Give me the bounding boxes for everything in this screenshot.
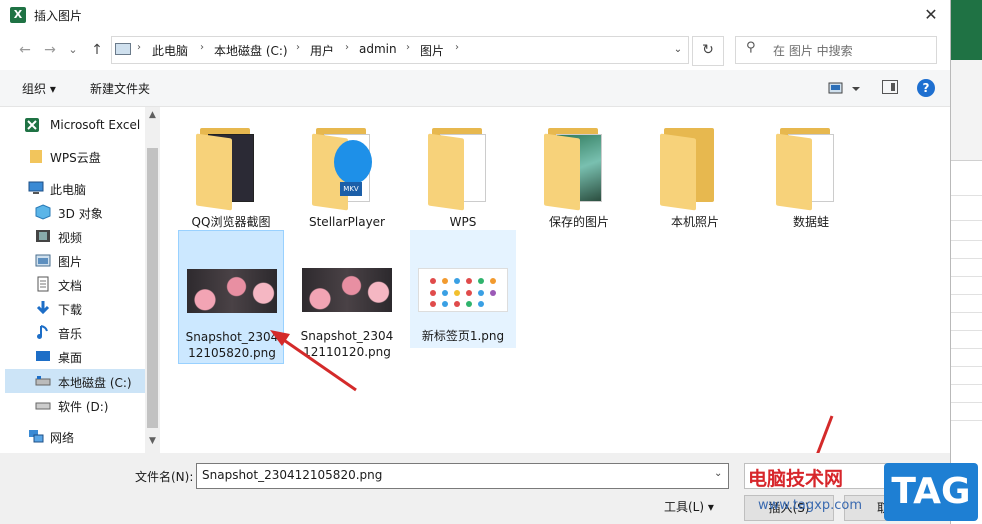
annotation-arrows [270,330,834,485]
tools-button[interactable]: 工具(L) ▾ [664,498,714,515]
chevron-down-icon[interactable]: ⌄ [714,468,722,479]
filename-input[interactable]: Snapshot_230412105820.png [196,463,729,489]
watermark-url: www.tagxp.com [758,498,862,513]
tag-logo: TAG [884,463,978,521]
background-excel-window [950,0,982,524]
watermark-text: 电脑技术网 [748,468,844,490]
filename-label: 文件名(N): [135,470,194,484]
